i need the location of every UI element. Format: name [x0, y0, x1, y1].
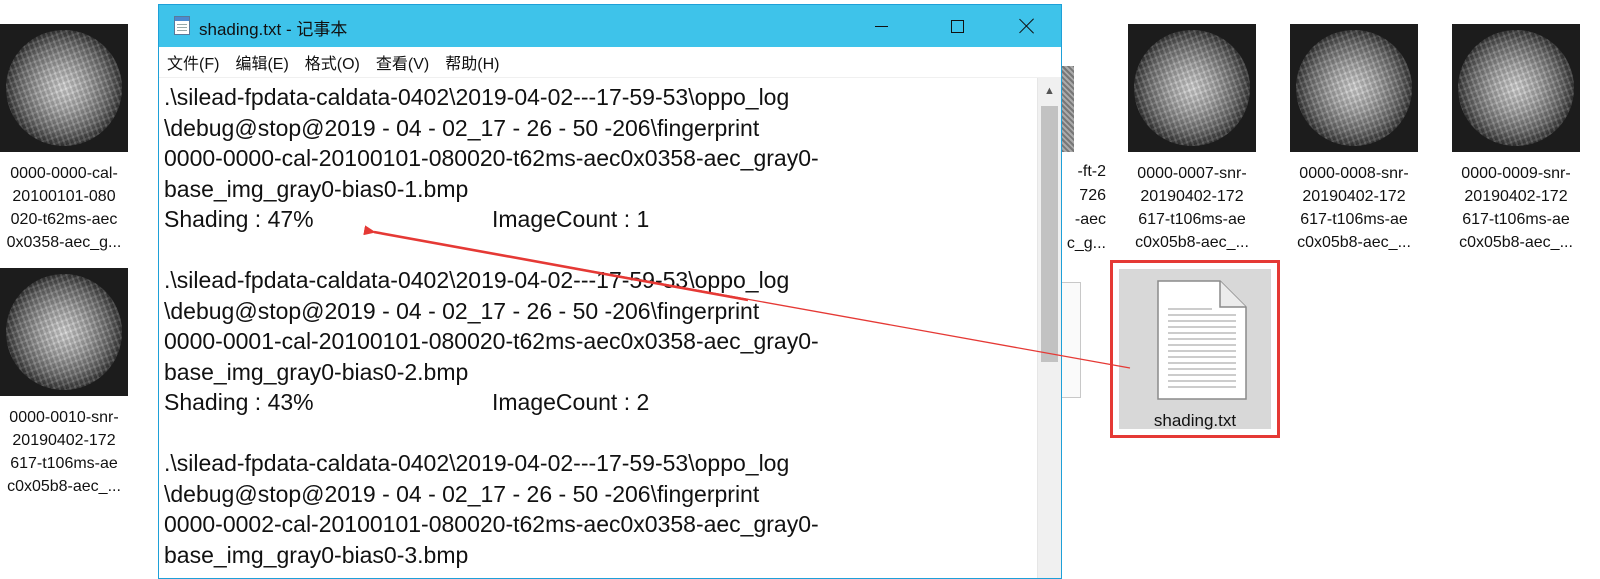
shading-value: Shading : 47% [164, 206, 314, 232]
text-line: \debug@stop@2019 - 04 - 02_17 - 26 - 50 … [164, 480, 760, 507]
file-name-label: 0000-0008-snr- 20190402-172 617-t106ms-a… [1297, 165, 1411, 251]
log-entry: .\silead-fpdata-caldata-0402\2019-04-02-… [164, 82, 1037, 235]
menu-help[interactable]: 帮助(H) [444, 48, 500, 76]
text-line: .\silead-fpdata-caldata-0402\2019-04-02-… [164, 450, 790, 476]
text-line: \debug@stop@2019 - 04 - 02_17 - 26 - 50 … [164, 114, 760, 141]
scrollbar-thumb[interactable] [1041, 106, 1058, 362]
fingerprint-image-preview [0, 24, 128, 152]
menu-bar: 文件(F) 编辑(E) 格式(O) 查看(V) 帮助(H) [159, 47, 1061, 78]
maximize-icon [950, 19, 964, 33]
text-line: base_img_gray0-bias0-3.bmp [164, 541, 469, 568]
menu-view[interactable]: 查看(V) [375, 48, 430, 76]
fingerprint-image-preview [1452, 24, 1580, 152]
fingerprint-image-preview [1290, 24, 1418, 152]
close-button[interactable] [993, 5, 1061, 47]
partially-hidden-document-icon [1062, 282, 1081, 398]
minimize-button[interactable] [847, 5, 915, 47]
file-name-label: shading.txt [1153, 411, 1237, 430]
minimize-icon [874, 25, 888, 27]
notepad-icon [174, 16, 190, 35]
text-line: .\silead-fpdata-caldata-0402\2019-04-02-… [164, 267, 790, 293]
file-name-label: 0000-0010-snr- 20190402-172 617-t106ms-a… [7, 409, 121, 495]
fingerprint-image-preview [1128, 24, 1256, 152]
menu-file[interactable]: 文件(F) [166, 48, 220, 76]
text-line: base_img_gray0-bias0-1.bmp [164, 175, 469, 202]
partially-hidden-thumbnail [1062, 66, 1074, 152]
text-line: 0000-0002-cal-20100101-080020-t62ms-aec0… [164, 511, 819, 537]
text-line: .\silead-fpdata-caldata-0402\2019-04-02-… [164, 84, 790, 110]
file-name-label: 0000-0000-cal- 20100101-080 020-t62ms-ae… [6, 165, 122, 251]
file-name-label: 0000-0007-snr- 20190402-172 617-t106ms-a… [1135, 165, 1249, 251]
title-bar[interactable]: shading.txt - 记事本 [159, 5, 1061, 47]
log-entry: .\silead-fpdata-caldata-0402\2019-04-02-… [164, 448, 1037, 570]
text-line: 0000-0000-cal-20100101-080020-t62ms-aec0… [164, 145, 819, 171]
image-count-value: ImageCount : 2 [492, 389, 650, 415]
text-line: 0000-0001-cal-20100101-080020-t62ms-aec0… [164, 328, 819, 354]
maximize-button[interactable] [923, 5, 991, 47]
file-item-shading-txt[interactable]: shading.txt [1119, 269, 1271, 430]
text-document-icon [1157, 280, 1247, 400]
text-editor[interactable]: .\silead-fpdata-caldata-0402\2019-04-02-… [159, 78, 1037, 578]
text-line: base_img_gray0-bias0-2.bmp [164, 358, 469, 385]
text-line: \debug@stop@2019 - 04 - 02_17 - 26 - 50 … [164, 297, 760, 324]
close-icon [1019, 18, 1035, 34]
file-name-label: 0000-0009-snr- 20190402-172 617-t106ms-a… [1459, 165, 1573, 251]
log-entry: .\silead-fpdata-caldata-0402\2019-04-02-… [164, 265, 1037, 418]
selected-file-highlight[interactable]: shading.txt [1110, 260, 1280, 438]
file-thumbnail[interactable]: 0000-0007-snr- 20190402-172 617-t106ms-a… [1126, 24, 1258, 254]
fingerprint-image-preview [0, 268, 128, 396]
stats-line: Shading : 47% ImageCount : 1 [164, 204, 1037, 235]
file-thumbnail[interactable]: 0000-0000-cal- 20100101-080 020-t62ms-ae… [0, 24, 130, 254]
partially-hidden-file-label: -ft-2 726 -aec c_g... [1066, 163, 1106, 252]
file-thumbnail[interactable]: 0000-0010-snr- 20190402-172 617-t106ms-a… [0, 268, 130, 498]
file-thumbnail[interactable]: 0000-0008-snr- 20190402-172 617-t106ms-a… [1288, 24, 1420, 254]
vertical-scrollbar[interactable]: ▲ [1037, 78, 1061, 578]
scroll-up-arrow-icon[interactable]: ▲ [1038, 78, 1061, 104]
menu-edit[interactable]: 编辑(E) [234, 48, 289, 76]
window-title: shading.txt - 记事本 [199, 20, 348, 39]
shading-value: Shading : 43% [164, 389, 314, 415]
notepad-window[interactable]: shading.txt - 记事本 文件(F) 编辑(E) 格式(O) 查看(V… [158, 4, 1062, 579]
stats-line: Shading : 43% ImageCount : 2 [164, 387, 1037, 418]
image-count-value: ImageCount : 1 [492, 206, 650, 232]
file-thumbnail[interactable]: 0000-0009-snr- 20190402-172 617-t106ms-a… [1450, 24, 1582, 254]
menu-format[interactable]: 格式(O) [304, 48, 361, 76]
